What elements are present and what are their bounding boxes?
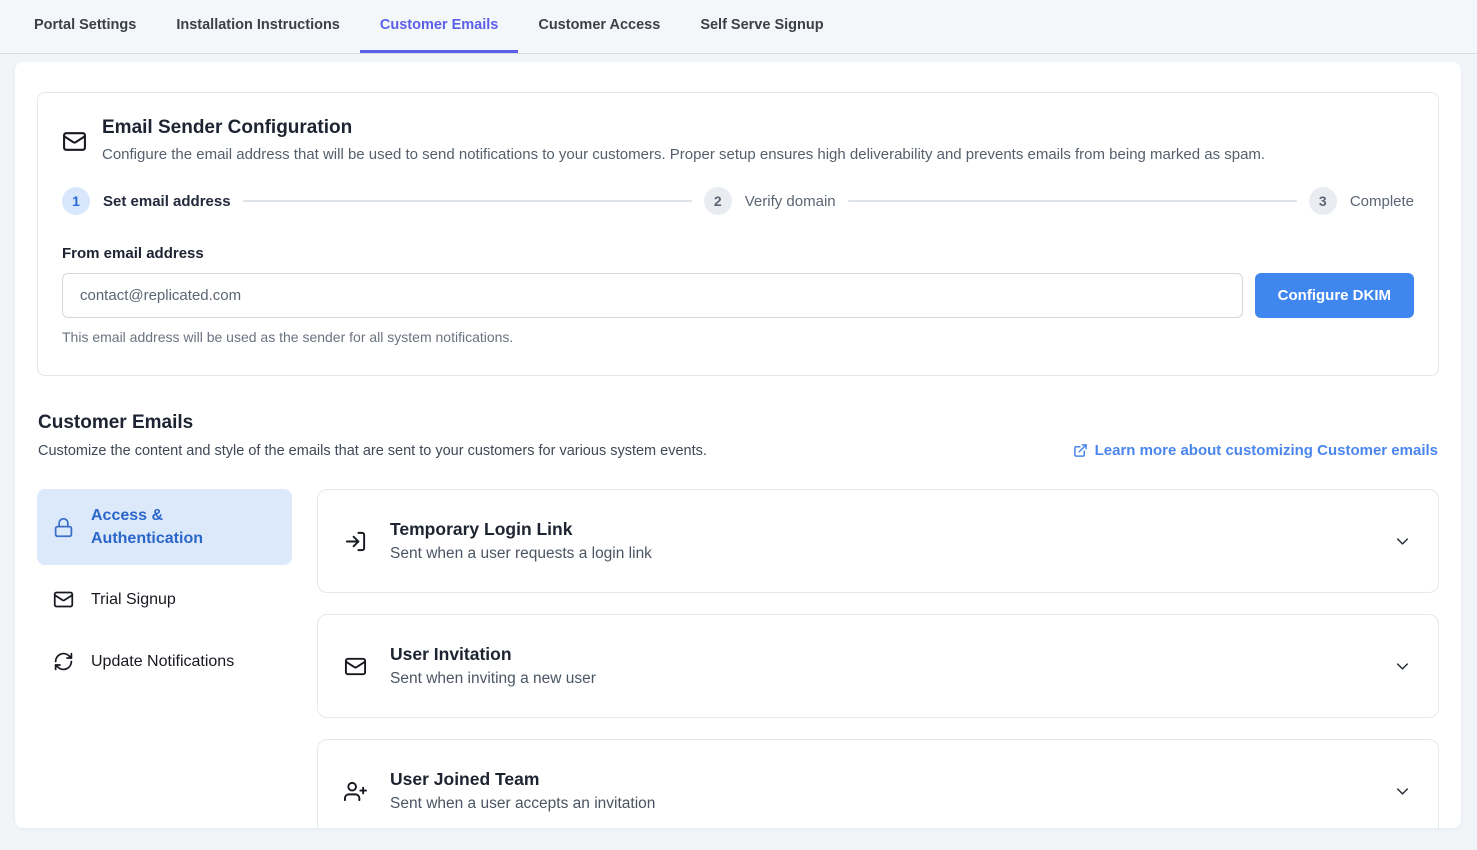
step-number-badge: 1 bbox=[62, 187, 90, 215]
sender-config-stepper: 1 Set email address 2 Verify domain 3 Co… bbox=[62, 187, 1414, 215]
login-icon bbox=[344, 530, 367, 553]
email-card-user-invitation[interactable]: User Invitation Sent when inviting a new… bbox=[317, 614, 1439, 718]
email-card-title: User Joined Team bbox=[390, 769, 655, 790]
chevron-down-icon[interactable] bbox=[1393, 532, 1412, 551]
step-number-badge: 3 bbox=[1309, 187, 1337, 215]
email-card-subtitle: Sent when a user accepts an invitation bbox=[390, 795, 655, 813]
category-label: Update Notifications bbox=[91, 650, 234, 673]
customer-emails-title: Customer Emails bbox=[38, 412, 707, 434]
sender-config-title: Email Sender Configuration bbox=[102, 117, 1265, 139]
email-sender-configuration-card: Email Sender Configuration Configure the… bbox=[37, 92, 1439, 376]
tab-portal-settings[interactable]: Portal Settings bbox=[14, 0, 156, 53]
step-label: Complete bbox=[1350, 193, 1414, 210]
step-label: Verify domain bbox=[745, 193, 836, 210]
email-card-subtitle: Sent when a user requests a login link bbox=[390, 545, 652, 563]
lock-icon bbox=[53, 517, 74, 538]
from-email-label: From email address bbox=[62, 245, 1414, 262]
step-set-email-address: 1 Set email address bbox=[62, 187, 231, 215]
step-number-badge: 2 bbox=[704, 187, 732, 215]
email-card-title: User Invitation bbox=[390, 644, 596, 665]
learn-more-link[interactable]: Learn more about customizing Customer em… bbox=[1073, 442, 1438, 459]
refresh-icon bbox=[53, 651, 74, 672]
step-connector bbox=[848, 200, 1297, 202]
email-card-subtitle: Sent when inviting a new user bbox=[390, 670, 596, 688]
from-email-input[interactable] bbox=[62, 273, 1243, 318]
category-label: Access & Authentication bbox=[91, 504, 276, 550]
step-verify-domain: 2 Verify domain bbox=[704, 187, 836, 215]
chevron-down-icon[interactable] bbox=[1393, 657, 1412, 676]
email-helper-text: This email address will be used as the s… bbox=[62, 329, 1414, 345]
step-complete: 3 Complete bbox=[1309, 187, 1414, 215]
category-trial-signup[interactable]: Trial Signup bbox=[37, 573, 292, 626]
customer-emails-description: Customize the content and style of the e… bbox=[38, 443, 707, 459]
user-plus-icon bbox=[344, 780, 367, 803]
mail-icon bbox=[344, 655, 367, 678]
tab-self-serve-signup[interactable]: Self Serve Signup bbox=[680, 0, 843, 53]
category-label: Trial Signup bbox=[91, 588, 176, 611]
email-card-temporary-login-link[interactable]: Temporary Login Link Sent when a user re… bbox=[317, 489, 1439, 593]
mail-icon bbox=[53, 589, 74, 610]
chevron-down-icon[interactable] bbox=[1393, 782, 1412, 801]
email-template-list: Temporary Login Link Sent when a user re… bbox=[317, 489, 1439, 828]
category-update-notifications[interactable]: Update Notifications bbox=[37, 635, 292, 688]
tab-customer-emails[interactable]: Customer Emails bbox=[360, 0, 518, 53]
learn-more-label: Learn more about customizing Customer em… bbox=[1095, 442, 1438, 459]
tab-installation-instructions[interactable]: Installation Instructions bbox=[156, 0, 360, 53]
external-link-icon bbox=[1073, 443, 1088, 458]
step-connector bbox=[243, 200, 692, 202]
sender-config-description: Configure the email address that will be… bbox=[102, 146, 1265, 163]
email-category-list: Access & Authentication Trial Signup Upd… bbox=[37, 489, 292, 828]
email-card-user-joined-team[interactable]: User Joined Team Sent when a user accept… bbox=[317, 739, 1439, 828]
mail-icon bbox=[62, 119, 87, 163]
configure-dkim-button[interactable]: Configure DKIM bbox=[1255, 273, 1414, 318]
settings-tab-bar: Portal Settings Installation Instruction… bbox=[0, 0, 1477, 54]
step-label: Set email address bbox=[103, 193, 231, 210]
category-access-authentication[interactable]: Access & Authentication bbox=[37, 489, 292, 565]
email-card-title: Temporary Login Link bbox=[390, 519, 652, 540]
main-panel: Email Sender Configuration Configure the… bbox=[15, 62, 1461, 828]
tab-customer-access[interactable]: Customer Access bbox=[518, 0, 680, 53]
